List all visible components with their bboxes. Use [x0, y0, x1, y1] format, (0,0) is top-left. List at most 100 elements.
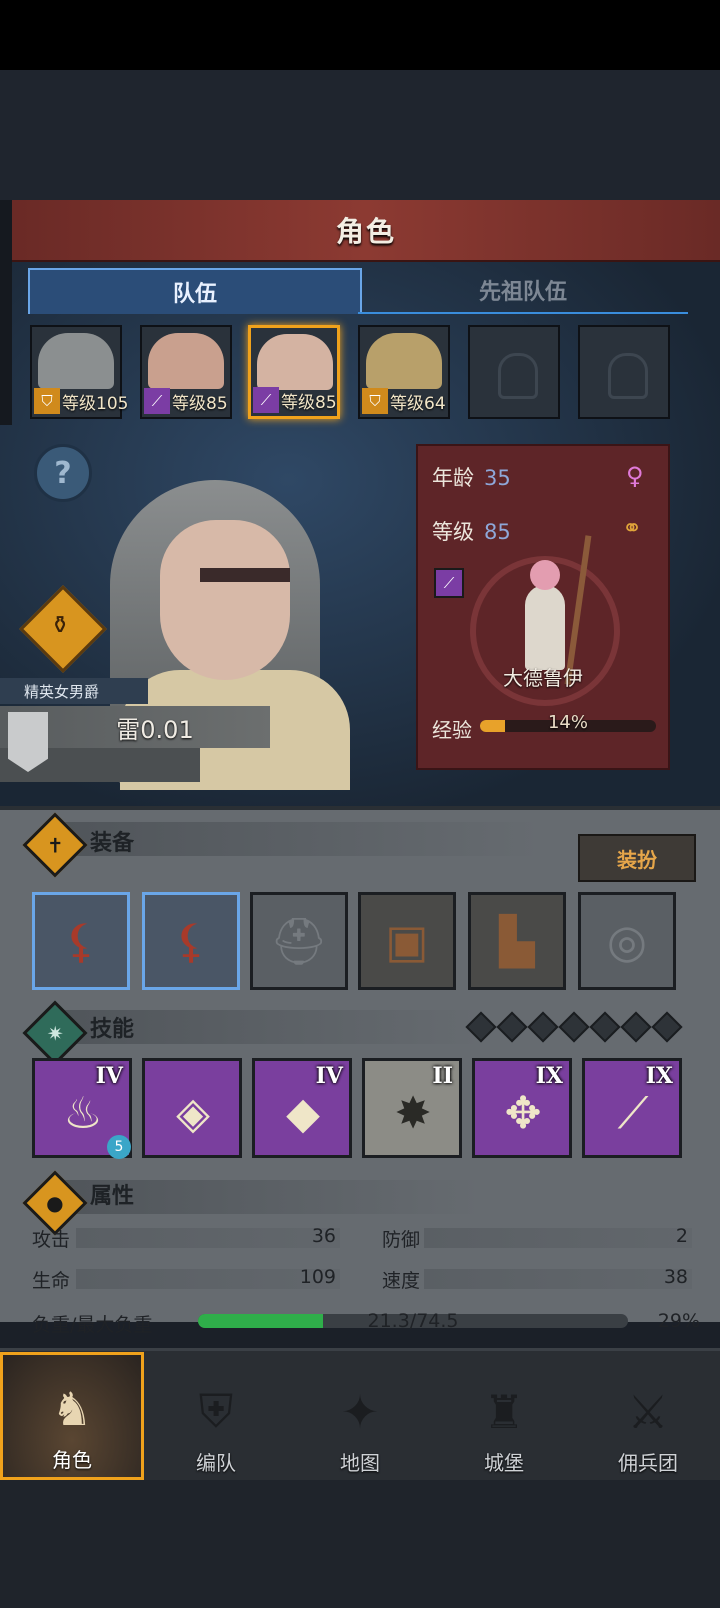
- nav-label: 角色: [52, 1448, 92, 1472]
- top-backdrop: [0, 70, 720, 200]
- skill-charge-badge: 5: [107, 1135, 131, 1159]
- nav-label: 编队: [196, 1451, 236, 1475]
- empty-helmet-icon: [608, 353, 648, 399]
- empty-helmet-icon: [498, 353, 538, 399]
- hero-name: 雷0.01: [116, 715, 194, 744]
- load-label: 负重/最大负重: [32, 1314, 153, 1336]
- ring-slot[interactable]: ◎: [578, 892, 676, 990]
- level-badge: ⟋ 等级85: [253, 386, 337, 414]
- speed-value: 38: [663, 1266, 688, 1288]
- attack-value: 36: [311, 1225, 336, 1247]
- boots-slot[interactable]: ▙: [468, 892, 566, 990]
- party-slot[interactable]: ⟋ 等级85: [248, 325, 340, 419]
- skill-tier: II: [432, 1063, 453, 1089]
- party-slot[interactable]: ⛉ 等级64: [358, 325, 450, 419]
- nav-formation-helmet[interactable]: ⛨ 编队: [144, 1352, 288, 1480]
- bottom-backdrop: [0, 1480, 720, 1608]
- staff-icon: ⟋: [144, 388, 170, 414]
- shield-icon: ⛉: [34, 388, 60, 414]
- druid-figure: [525, 585, 565, 670]
- crosshair-icon: ✥: [504, 1087, 542, 1139]
- skill-slot[interactable]: ♨ IV 5: [32, 1058, 132, 1159]
- hp-label: 生命: [32, 1270, 71, 1292]
- potion-icon: ⚱: [49, 611, 71, 639]
- ring-icon: ◎: [606, 914, 648, 968]
- level-text: 等级85: [172, 393, 228, 414]
- coat-icon: ▣: [385, 914, 429, 968]
- question-icon: ?: [54, 455, 72, 491]
- hero-rank: 精英女男爵: [0, 678, 148, 704]
- nav-knight[interactable]: ♞ 角色: [0, 1352, 144, 1480]
- mercenary-banner-icon: ⚔: [627, 1385, 669, 1439]
- skill-tier: IX: [645, 1063, 673, 1089]
- nav-compass-map[interactable]: ✦ 地图: [288, 1352, 432, 1480]
- skill-slot[interactable]: ✥ IX: [472, 1058, 572, 1158]
- burst-icon: ✸: [394, 1087, 432, 1139]
- level-value: 85: [484, 520, 511, 544]
- party-slot[interactable]: ⛉ 等级105: [30, 325, 128, 419]
- weapon-slot-1[interactable]: ⚸: [32, 892, 130, 990]
- hero-portrait-mask: [200, 568, 290, 582]
- tab-ancestor-party-label: 先祖队伍: [478, 280, 567, 305]
- level-badge: ⟋ 等级85: [144, 387, 228, 415]
- age-value: 35: [484, 466, 511, 490]
- tab-ancestor-party[interactable]: 先祖队伍: [358, 268, 688, 314]
- hero-portrait-face: [160, 520, 290, 680]
- formation-helmet-icon: ⛨: [198, 1384, 234, 1438]
- knight-icon: ♞: [51, 1382, 93, 1436]
- age-label: 年龄: [432, 466, 474, 490]
- party-slot-empty[interactable]: [578, 325, 670, 419]
- crystal-hand-icon: ◆: [286, 1087, 320, 1139]
- nav-label: 佣兵团: [618, 1451, 678, 1475]
- hero-portrait: [148, 333, 224, 389]
- exp-label: 经验: [432, 718, 472, 742]
- exp-percent: 14%: [547, 712, 588, 733]
- nav-mercenary-banner[interactable]: ⚔ 佣兵团: [576, 1352, 720, 1480]
- armor-slot[interactable]: ▣: [358, 892, 456, 990]
- female-icon: ♀: [626, 462, 644, 490]
- tab-party-label: 队伍: [172, 282, 217, 307]
- claw-weapon-icon: ⚸: [64, 914, 98, 968]
- defense-value: 2: [675, 1225, 688, 1247]
- flame-icon: ♨: [63, 1087, 103, 1139]
- spear-icon: ⟋: [617, 1087, 649, 1139]
- dress-up-button[interactable]: 装扮: [578, 834, 696, 882]
- compass-map-icon: ✦: [340, 1385, 380, 1439]
- defense-label: 防御: [382, 1229, 421, 1251]
- skill-slot[interactable]: ⟋ IX: [582, 1058, 682, 1158]
- castle-icon: ♜: [483, 1385, 525, 1439]
- side-edge: [0, 200, 12, 425]
- hero-portrait: [366, 333, 442, 389]
- level-text: 等级64: [390, 393, 446, 414]
- nav-castle[interactable]: ♜ 城堡: [432, 1352, 576, 1480]
- load-percent: 29%: [657, 1310, 700, 1332]
- level-badge: ⛉ 等级64: [362, 387, 446, 415]
- weapon-slot-2[interactable]: ⚸: [142, 892, 240, 990]
- status-bar-area: [0, 0, 720, 70]
- speed-label: 速度: [382, 1270, 421, 1292]
- skill-tier: IX: [535, 1063, 563, 1089]
- tab-party[interactable]: 队伍: [28, 268, 362, 314]
- staff-icon: ⟋: [434, 568, 464, 598]
- party-slot-empty[interactable]: [468, 325, 560, 419]
- attack-label: 攻击: [32, 1229, 71, 1251]
- class-name: 大德鲁伊: [503, 666, 583, 690]
- skill-slot[interactable]: ◈: [142, 1058, 242, 1158]
- skill-slot[interactable]: ✸ II: [362, 1058, 462, 1158]
- help-button[interactable]: ?: [34, 444, 92, 502]
- level-label: 等级: [432, 520, 474, 544]
- helmet-slot[interactable]: ⛑: [250, 892, 348, 990]
- level-text: 等级105: [62, 393, 129, 414]
- marriage-rings-icon[interactable]: ⚭: [622, 514, 642, 542]
- hero-portrait: [38, 333, 114, 389]
- nav-label: 城堡: [484, 1451, 524, 1475]
- helmet-icon: ⛑: [269, 913, 329, 968]
- whirlwind-crystal-icon: ◈: [176, 1087, 210, 1139]
- party-slot[interactable]: ⟋ 等级85: [140, 325, 232, 419]
- load-value: 21.3/74.5: [367, 1310, 459, 1332]
- level-text: 等级85: [281, 392, 337, 413]
- hero-portrait: [257, 334, 333, 390]
- skill-slot[interactable]: ◆ IV: [252, 1058, 352, 1158]
- druid-head: [530, 560, 560, 590]
- title-banner: 角色: [12, 200, 720, 262]
